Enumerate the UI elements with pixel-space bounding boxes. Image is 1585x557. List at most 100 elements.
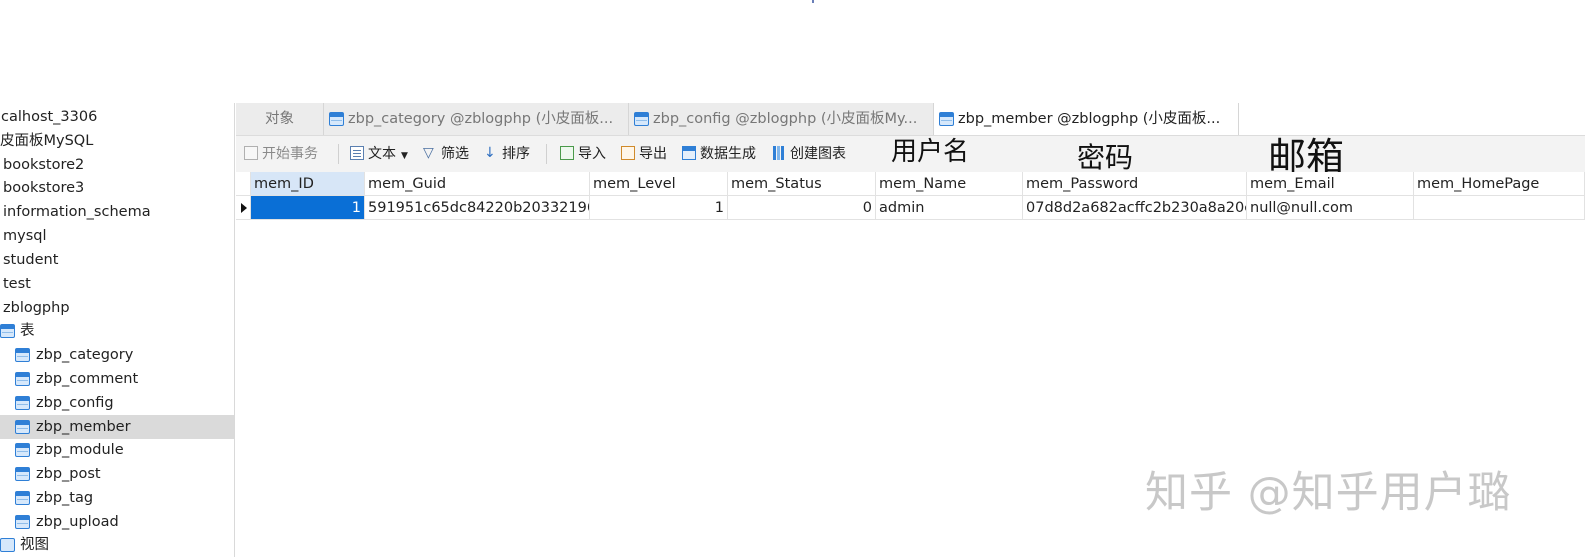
create-chart-button[interactable]: 创建图表 — [772, 136, 846, 172]
top-blank-area — [0, 0, 1585, 103]
sort-icon — [484, 135, 498, 171]
table-icon — [15, 443, 30, 457]
sidebar-item-table-zbp-comment[interactable]: zbp_comment — [0, 367, 234, 391]
import-button[interactable]: 导入 — [560, 136, 606, 172]
table-cell-mem-name[interactable]: admin — [876, 196, 1023, 220]
sidebar-item-label: 皮面板MySQL — [0, 133, 94, 149]
sidebar-item-label: bookstore2 — [3, 157, 85, 173]
export-icon — [621, 146, 635, 160]
sidebar-item-table-zbp-config[interactable]: zbp_config — [0, 391, 234, 415]
table-icon — [634, 112, 649, 126]
sidebar-item-label: zbp_upload — [36, 514, 119, 530]
column-header-mem-level[interactable]: mem_Level — [590, 172, 728, 196]
table-icon — [15, 515, 30, 529]
column-header-mem-guid[interactable]: mem_Guid — [365, 172, 590, 196]
table-icon — [15, 396, 30, 410]
sidebar-item-table-zbp-member[interactable]: zbp_member — [0, 415, 234, 439]
sidebar-item-label: zblogphp — [3, 300, 70, 316]
sidebar-item-label: zbp_config — [36, 395, 114, 411]
column-header-mem-status[interactable]: mem_Status — [728, 172, 876, 196]
column-header-mem-id[interactable]: mem_ID — [251, 172, 365, 196]
text-icon — [350, 146, 364, 160]
sidebar-item-db-mysql[interactable]: mysql — [0, 224, 234, 248]
table-icon — [15, 372, 30, 386]
navigation-sidebar: calhost_3306 皮面板MySQL bookstore2 booksto… — [0, 103, 235, 557]
sidebar-item-db-bookstore2[interactable]: bookstore2 — [0, 153, 234, 177]
sidebar-item-table-zbp-tag[interactable]: zbp_tag — [0, 486, 234, 510]
sidebar-item-group-tables[interactable]: 表 — [0, 319, 234, 343]
filter-button[interactable]: 筛选 — [423, 135, 469, 172]
column-header-mem-homepage[interactable]: mem_HomePage — [1414, 172, 1585, 196]
sidebar-item-label: zbp_category — [36, 347, 134, 363]
sidebar-item-table-zbp-upload[interactable]: zbp_upload — [0, 510, 234, 534]
table-icon — [939, 112, 954, 126]
table-cell-mem-status[interactable]: 0 — [728, 196, 876, 220]
toolbar-divider — [338, 144, 339, 164]
tab-zbp-category[interactable]: zbp_category @zblogphp (小皮面板... — [324, 103, 629, 135]
row-marker[interactable] — [236, 196, 251, 220]
column-header-mem-name[interactable]: mem_Name — [876, 172, 1023, 196]
sidebar-item-label: zbp_comment — [36, 371, 139, 387]
sidebar-item-table-zbp-post[interactable]: zbp_post — [0, 462, 234, 486]
table-icon — [15, 420, 30, 434]
column-header-mem-password[interactable]: mem_Password — [1023, 172, 1247, 196]
toolbar-divider — [546, 144, 547, 164]
tab-objects[interactable]: 对象 — [236, 103, 324, 135]
tab-label: zbp_category @zblogphp (小皮面板... — [348, 111, 614, 127]
data-generation-icon — [682, 146, 696, 160]
table-icon — [15, 467, 30, 481]
sidebar-item-db-information-schema[interactable]: information_schema — [0, 200, 234, 224]
view-group-icon — [0, 538, 15, 552]
sidebar-item-label: mysql — [3, 228, 47, 244]
table-cell-mem-id[interactable]: 1 — [251, 196, 365, 220]
sidebar-item-label: zbp_member — [36, 419, 131, 435]
table-cell-mem-guid[interactable]: 591951c65dc84220b20332196 — [365, 196, 590, 220]
tab-zbp-config[interactable]: zbp_config @zblogphp (小皮面板My... — [629, 103, 934, 135]
tab-label: zbp_member @zblogphp (小皮面板... — [958, 111, 1221, 127]
sidebar-item-db-test[interactable]: test — [0, 272, 234, 296]
sidebar-item-label: zbp_module — [36, 442, 124, 458]
transaction-icon — [244, 146, 258, 160]
table-icon — [329, 112, 344, 126]
sidebar-item-db-zblogphp[interactable]: zblogphp — [0, 296, 234, 320]
table-icon — [15, 348, 30, 362]
dropdown-arrow-icon: ▼ — [401, 151, 408, 161]
sidebar-item-label: calhost_3306 — [1, 109, 98, 125]
chart-icon — [772, 146, 786, 160]
tab-zbp-member[interactable]: zbp_member @zblogphp (小皮面板... — [934, 103, 1239, 135]
sidebar-item-label: information_schema — [3, 204, 151, 220]
tab-label: 对象 — [265, 111, 294, 127]
table-cell-mem-password[interactable]: 07d8d2a682acffc2b230a8a20c — [1023, 196, 1247, 220]
table-cell-mem-level[interactable]: 1 — [590, 196, 728, 220]
sidebar-item-db-bookstore3[interactable]: bookstore3 — [0, 176, 234, 200]
sidebar-item-connection-mysql[interactable]: 皮面板MySQL — [0, 129, 234, 153]
table-icon — [15, 491, 30, 505]
watermark: 知乎 @知乎用户璐 — [1145, 468, 1512, 518]
sidebar-item-label: student — [3, 252, 59, 268]
sidebar-item-label: zbp_post — [36, 466, 101, 482]
sidebar-item-db-student[interactable]: student — [0, 248, 234, 272]
annotation-username: 用户名 — [891, 137, 970, 167]
sidebar-item-connection-localhost[interactable]: calhost_3306 — [0, 105, 234, 129]
current-row-arrow-icon — [241, 203, 247, 213]
table-cell-mem-email[interactable]: null@null.com — [1247, 196, 1414, 220]
sidebar-item-table-zbp-module[interactable]: zbp_module — [0, 438, 234, 462]
column-header-mem-email[interactable]: mem_Email — [1247, 172, 1414, 196]
sidebar-item-table-zbp-category[interactable]: zbp_category — [0, 343, 234, 367]
import-icon — [560, 146, 574, 160]
sidebar-item-group-views[interactable]: 视图 — [0, 533, 234, 557]
header-corner — [236, 172, 251, 196]
cursor-dot — [812, 0, 814, 3]
table-group-icon — [0, 324, 15, 338]
sidebar-item-label: test — [3, 276, 31, 292]
text-button[interactable]: 文本 ▼ — [350, 136, 408, 172]
filter-icon — [423, 135, 437, 171]
sidebar-item-label: zbp_tag — [36, 490, 94, 506]
begin-transaction-button[interactable]: 开始事务 — [244, 136, 318, 172]
export-button[interactable]: 导出 — [621, 136, 667, 172]
data-generation-button[interactable]: 数据生成 — [682, 136, 756, 172]
sidebar-item-label: bookstore3 — [3, 180, 85, 196]
sort-button[interactable]: 排序 — [484, 135, 530, 172]
table-cell-mem-homepage[interactable] — [1414, 196, 1585, 220]
sidebar-item-label: 表 — [20, 323, 35, 339]
